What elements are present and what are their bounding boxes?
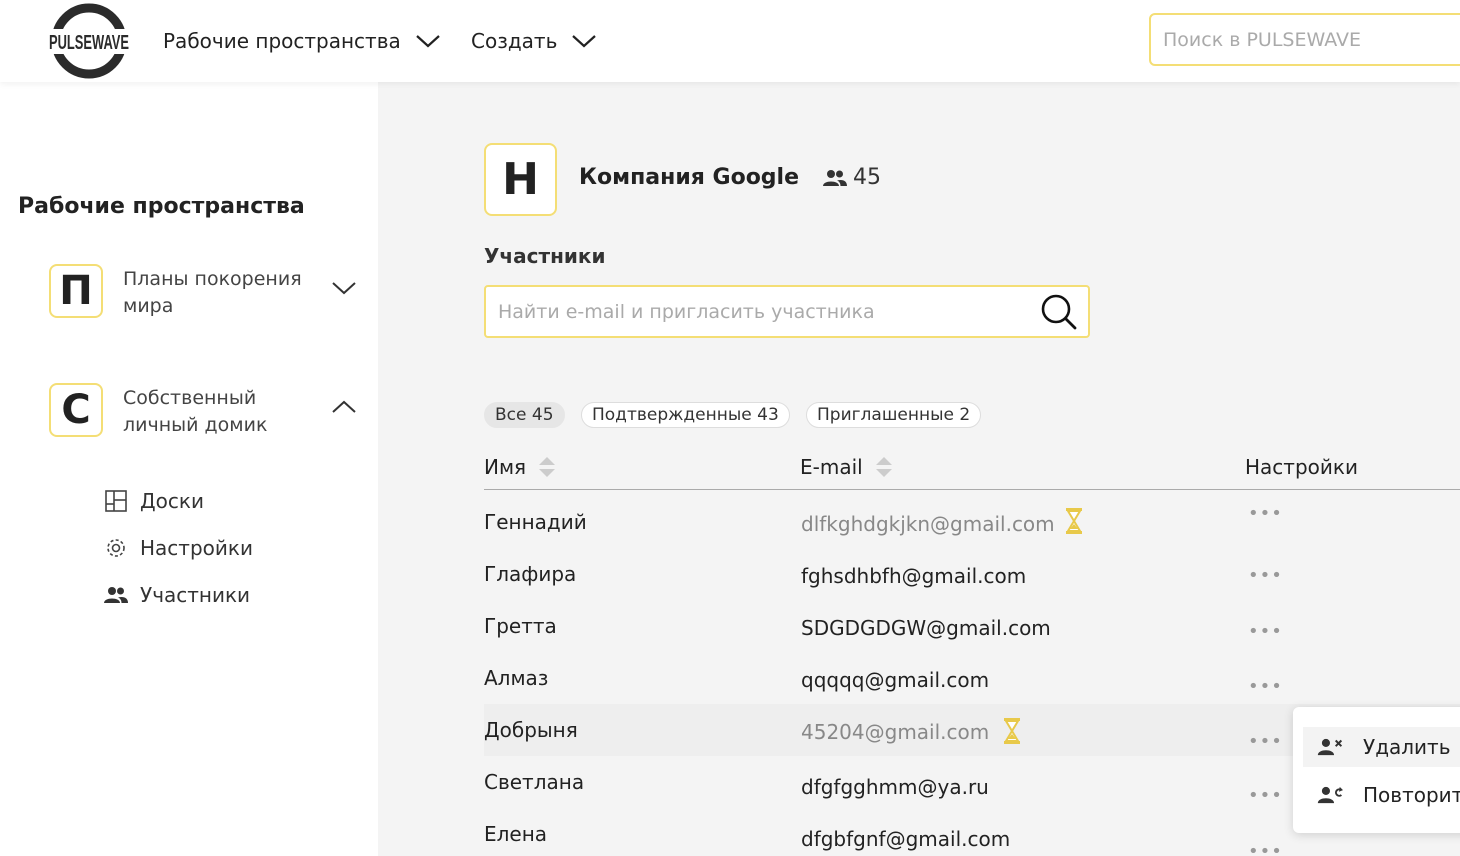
logo-text: PULSEWAVE	[49, 32, 129, 54]
resend-invite-icon	[1303, 783, 1343, 807]
filter-invited[interactable]: Приглашенные 2	[806, 402, 982, 428]
workspace-item-plans[interactable]: П Планы покорения мира	[49, 264, 359, 320]
table-row: Алмаз qqqqq@gmail.com •••	[484, 646, 1460, 698]
nav-create-label: Создать	[471, 29, 558, 53]
menu-item-label: Удалить	[1363, 735, 1451, 759]
member-email: qqqqq@gmail.com	[801, 668, 990, 692]
column-settings-label: Настройки	[1245, 455, 1358, 479]
search-icon[interactable]	[1040, 293, 1078, 331]
boards-icon	[104, 489, 128, 513]
remove-user-icon	[1303, 735, 1343, 759]
company-badge: H	[484, 143, 557, 216]
menu-item-label: Повторить	[1363, 783, 1460, 807]
member-name: Глафира	[484, 562, 577, 586]
sidebar-item-settings[interactable]: Настройки	[104, 534, 253, 562]
workspace-name: Планы покорения мира	[123, 268, 302, 317]
row-settings-button[interactable]: •••	[1248, 732, 1282, 752]
row-settings-button[interactable]: •••	[1248, 504, 1282, 524]
chevron-down-icon	[572, 35, 597, 48]
row-settings-button[interactable]: •••	[1248, 622, 1282, 642]
sidebar-title: Рабочие пространства	[18, 194, 305, 219]
member-name: Елена	[484, 822, 548, 846]
sidebar-item-label: Участники	[140, 583, 251, 607]
sort-icon[interactable]	[538, 456, 556, 478]
users-icon	[823, 169, 847, 186]
row-settings-button[interactable]: •••	[1248, 842, 1282, 856]
menu-item-resend[interactable]: Повторить	[1303, 775, 1460, 815]
member-email: dfgfgghmm@ya.ru	[801, 775, 989, 799]
top-header: PULSEWAVE Рабочие пространства Создать	[0, 0, 1460, 82]
table-row: Гретта SDGDGDGW@gmail.com •••	[484, 594, 1460, 646]
workspace-name: Собственный личный домик	[123, 387, 268, 436]
member-email: dlfkghdgkjkn@gmail.com	[801, 512, 1055, 536]
table-row: Геннадий dlfkghdgkjkn@gmail.com •••	[484, 490, 1460, 542]
member-email: 45204@gmail.com	[801, 720, 990, 744]
nav-workspaces-label: Рабочие пространства	[163, 29, 401, 53]
gear-icon	[104, 536, 128, 560]
sort-icon[interactable]	[875, 456, 893, 478]
member-name: Геннадий	[484, 510, 587, 534]
nav-create-dropdown[interactable]: Создать	[471, 26, 597, 56]
global-search-input[interactable]	[1149, 13, 1460, 66]
chevron-up-icon[interactable]	[331, 399, 357, 415]
sidebar: Рабочие пространства П Планы покорения м…	[0, 82, 378, 856]
member-count-value: 45	[853, 165, 881, 190]
chevron-down-icon[interactable]	[331, 280, 357, 296]
row-settings-button[interactable]: •••	[1248, 677, 1282, 697]
column-header-email[interactable]: E-mail	[800, 455, 893, 479]
pulsewave-logo[interactable]: PULSEWAVE	[48, 3, 130, 79]
sidebar-item-members[interactable]: Участники	[104, 581, 250, 609]
company-name: Компания Google	[579, 165, 800, 190]
members-section-title: Участники	[484, 244, 606, 268]
workspace-badge: С	[49, 383, 103, 437]
member-name: Светлана	[484, 770, 585, 794]
sidebar-item-boards[interactable]: Доски	[104, 487, 204, 515]
chevron-down-icon	[415, 35, 440, 48]
users-icon	[104, 583, 128, 607]
sidebar-item-label: Настройки	[140, 536, 253, 560]
member-email: fghsdhbfh@gmail.com	[801, 564, 1027, 588]
workspace-badge: П	[49, 264, 103, 318]
member-name: Алмаз	[484, 666, 549, 690]
hourglass-icon	[1004, 718, 1020, 744]
row-context-menu: Удалить Повторить	[1293, 707, 1460, 833]
row-settings-button[interactable]: •••	[1248, 566, 1282, 586]
member-search-input[interactable]	[486, 287, 1026, 336]
column-header-settings: Настройки	[1245, 455, 1358, 479]
filter-confirmed[interactable]: Подтвержденные 43	[581, 402, 790, 428]
workspace-item-home[interactable]: С Собственный личный домик	[49, 383, 359, 439]
member-email: dfgbfgnf@gmail.com	[801, 827, 1011, 851]
nav-workspaces-dropdown[interactable]: Рабочие пространства	[163, 26, 441, 56]
column-header-name[interactable]: Имя	[484, 455, 556, 479]
row-settings-button[interactable]: •••	[1248, 786, 1282, 806]
member-name: Добрыня	[484, 718, 578, 742]
menu-item-delete[interactable]: Удалить	[1303, 727, 1460, 767]
sidebar-item-label: Доски	[140, 489, 204, 513]
column-email-label: E-mail	[800, 455, 863, 479]
column-name-label: Имя	[484, 455, 527, 479]
member-email: SDGDGDGW@gmail.com	[801, 616, 1051, 640]
table-row: Глафира fghsdhbfh@gmail.com •••	[484, 542, 1460, 594]
hourglass-icon	[1066, 508, 1082, 534]
member-name: Гретта	[484, 614, 557, 638]
member-search-box	[484, 285, 1090, 338]
company-member-count: 45	[823, 165, 881, 190]
filter-all[interactable]: Все 45	[484, 402, 565, 428]
